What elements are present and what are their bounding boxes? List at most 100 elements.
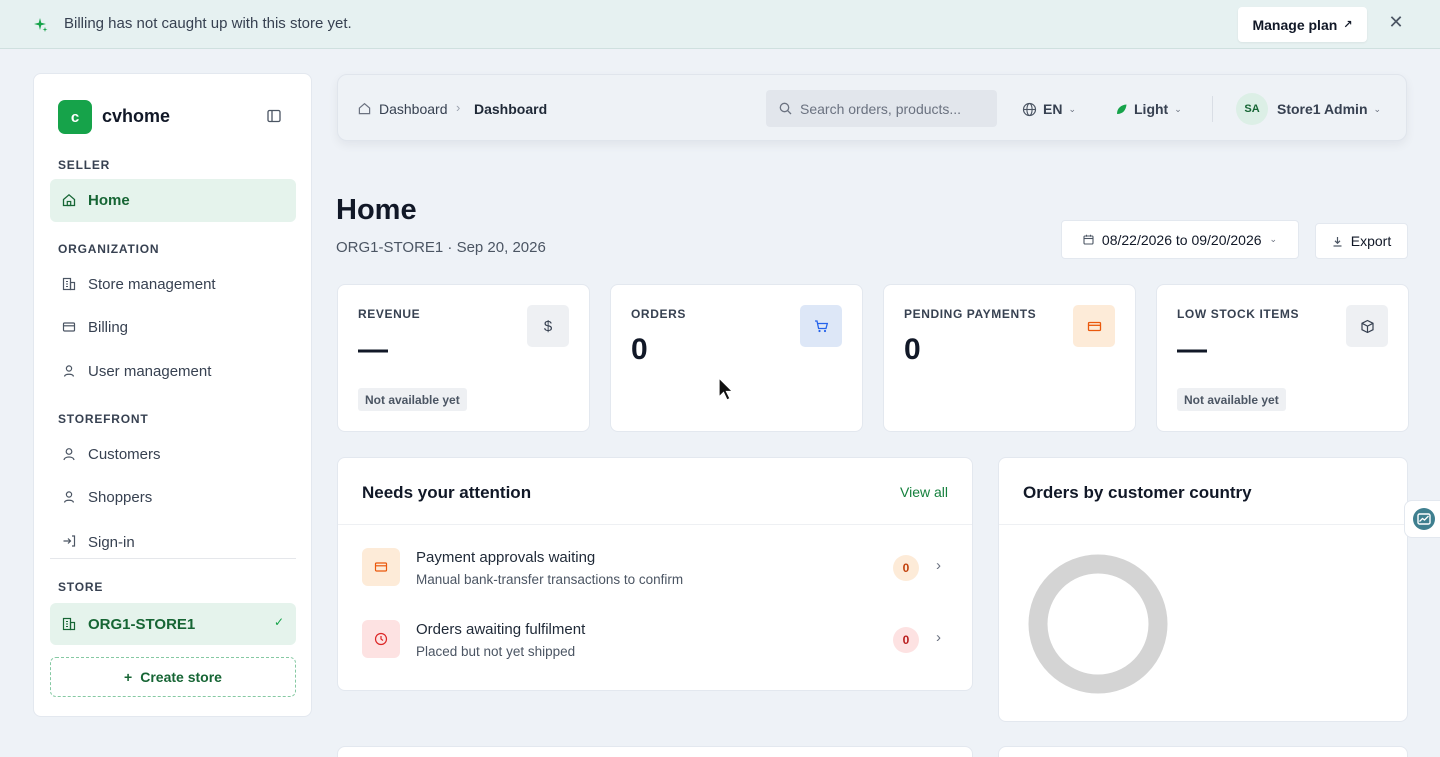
search-box[interactable]: [766, 90, 997, 127]
theme-selector[interactable]: Light ⌄: [1115, 99, 1182, 119]
store-switcher-current[interactable]: ORG1-STORE1 ✓: [50, 603, 296, 645]
search-input[interactable]: [800, 98, 990, 120]
sign-in-icon: [63, 535, 76, 547]
sidebar-item-label: Home: [88, 192, 130, 209]
row-title: Orders awaiting fulfilment: [416, 621, 586, 638]
language-label: EN: [1043, 101, 1063, 117]
chevron-down-icon: ⌄: [1373, 103, 1382, 114]
topbar: Dashboard › Dashboard EN ⌄ Light ⌄ SA St…: [337, 74, 1407, 141]
chevron-down-icon: ⌄: [1068, 103, 1076, 114]
chevron-down-icon: ⌄: [1174, 103, 1182, 114]
status-badge: Not available yet: [1177, 388, 1286, 411]
user-badge-icon: [63, 491, 75, 503]
section-seller: SELLER: [58, 158, 111, 172]
row-description: Manual bank-transfer transactions to con…: [416, 572, 684, 587]
lower-panel-right: [998, 746, 1408, 757]
breadcrumb-dashboard-link[interactable]: Dashboard: [379, 101, 448, 117]
sparkle-icon: [34, 18, 48, 32]
close-icon[interactable]: ✕: [1387, 12, 1405, 32]
lower-panel-left: [337, 746, 973, 757]
stat-label: REVENUE: [358, 307, 421, 321]
sidebar-item-label: Shoppers: [88, 489, 153, 506]
sidebar-item-customers[interactable]: Customers: [50, 433, 296, 476]
row-title: Payment approvals waiting: [416, 549, 596, 566]
panel-divider: [338, 524, 972, 525]
language-selector[interactable]: EN ⌄: [1022, 99, 1076, 119]
stat-card-low-stock: LOW STOCK ITEMS — Not available yet: [1156, 284, 1409, 432]
page-title: Home: [336, 194, 417, 226]
sidebar: c cvhome SELLER Home ORGANIZATION Store …: [33, 73, 312, 717]
banner-message: Billing has not caught up with this stor…: [64, 15, 352, 32]
sidebar-item-shoppers[interactable]: Shoppers: [50, 476, 296, 519]
stat-card-revenue: REVENUE — $ Not available yet: [337, 284, 590, 432]
sidebar-item-label: Store management: [88, 276, 216, 293]
attention-row-orders-awaiting[interactable]: Orders awaiting fulfilment Placed but no…: [362, 620, 950, 664]
row-description: Placed but not yet shipped: [416, 644, 576, 659]
country-donut-chart: [1028, 554, 1168, 694]
billing-banner: Billing has not caught up with this stor…: [0, 0, 1440, 49]
status-badge: Not available yet: [358, 388, 467, 411]
manage-plan-button[interactable]: Manage plan ↗: [1238, 7, 1367, 42]
chevron-right-icon: ›: [936, 557, 941, 574]
stat-label: PENDING PAYMENTS: [904, 307, 1037, 321]
search-icon: [779, 102, 792, 115]
current-store-label: ORG1-STORE1: [88, 615, 196, 633]
panel-title: Needs your attention: [362, 483, 532, 502]
credit-card-icon: [362, 548, 400, 586]
brand-name[interactable]: cvhome: [102, 106, 170, 127]
sidebar-item-label: Billing: [88, 319, 129, 336]
create-store-button[interactable]: + Create store: [50, 657, 296, 697]
sidebar-item-user-management[interactable]: User management: [50, 350, 296, 393]
count-badge: 0: [893, 627, 919, 653]
sidebar-item-store-management[interactable]: Store management: [50, 263, 296, 306]
count-badge: 0: [893, 555, 919, 581]
sidebar-collapse-icon[interactable]: [266, 108, 282, 124]
stat-value: 0: [631, 333, 648, 366]
view-all-link[interactable]: View all: [900, 484, 948, 500]
home-icon: [62, 193, 76, 207]
globe-icon: [1022, 102, 1037, 116]
attention-panel: Needs your attention View all Payment ap…: [337, 457, 973, 691]
user-name: Store1 Admin: [1277, 101, 1368, 117]
breadcrumb-current: Dashboard: [474, 101, 548, 117]
attention-row-payment-approvals[interactable]: Payment approvals waiting Manual bank-tr…: [362, 548, 950, 592]
date-range-label: 08/22/2026 to 09/20/2026: [1101, 231, 1262, 248]
brand-logo[interactable]: c: [58, 100, 92, 134]
home-icon[interactable]: [358, 102, 371, 115]
stat-value: —: [358, 333, 388, 366]
cart-icon: [800, 305, 842, 347]
user-menu[interactable]: Store1 Admin ⌄: [1277, 99, 1381, 119]
section-organization: ORGANIZATION: [58, 242, 160, 256]
box-icon: [1346, 305, 1388, 347]
credit-card-icon: [1073, 305, 1115, 347]
export-button[interactable]: Export: [1315, 223, 1408, 259]
create-store-label: Create store: [140, 669, 222, 685]
building-icon: [62, 277, 76, 291]
external-link-icon: ↗: [1343, 19, 1353, 31]
clock-icon: [362, 620, 400, 658]
floating-widget-button[interactable]: [1404, 500, 1440, 538]
date-range-picker[interactable]: 08/22/2026 to 09/20/2026 ⌄: [1061, 220, 1299, 259]
chevron-down-icon: ⌄: [1269, 234, 1278, 244]
sidebar-item-home[interactable]: Home: [50, 179, 296, 222]
mouse-cursor-icon: [718, 377, 734, 401]
chevron-right-icon: ›: [936, 629, 941, 646]
section-storefront: STOREFRONT: [58, 412, 149, 426]
sidebar-item-sign-in[interactable]: Sign-in: [50, 519, 296, 551]
panel-title: Orders by customer country: [1023, 483, 1252, 502]
sidebar-item-billing[interactable]: Billing: [50, 306, 296, 349]
avatar[interactable]: SA: [1236, 93, 1268, 125]
calendar-icon: [1083, 234, 1094, 245]
building-icon: [62, 617, 76, 631]
manage-plan-label: Manage plan: [1252, 16, 1338, 33]
sidebar-item-label: Customers: [88, 446, 161, 463]
plus-icon: +: [124, 669, 133, 685]
export-label: Export: [1350, 233, 1392, 249]
theme-label: Light: [1134, 101, 1169, 117]
stat-card-orders: ORDERS 0: [610, 284, 863, 432]
stat-label: LOW STOCK ITEMS: [1177, 307, 1300, 321]
credit-card-icon: [62, 322, 76, 332]
user-badge-icon: [63, 365, 75, 377]
sidebar-item-label: Sign-in: [88, 534, 135, 551]
panel-divider: [999, 524, 1407, 525]
